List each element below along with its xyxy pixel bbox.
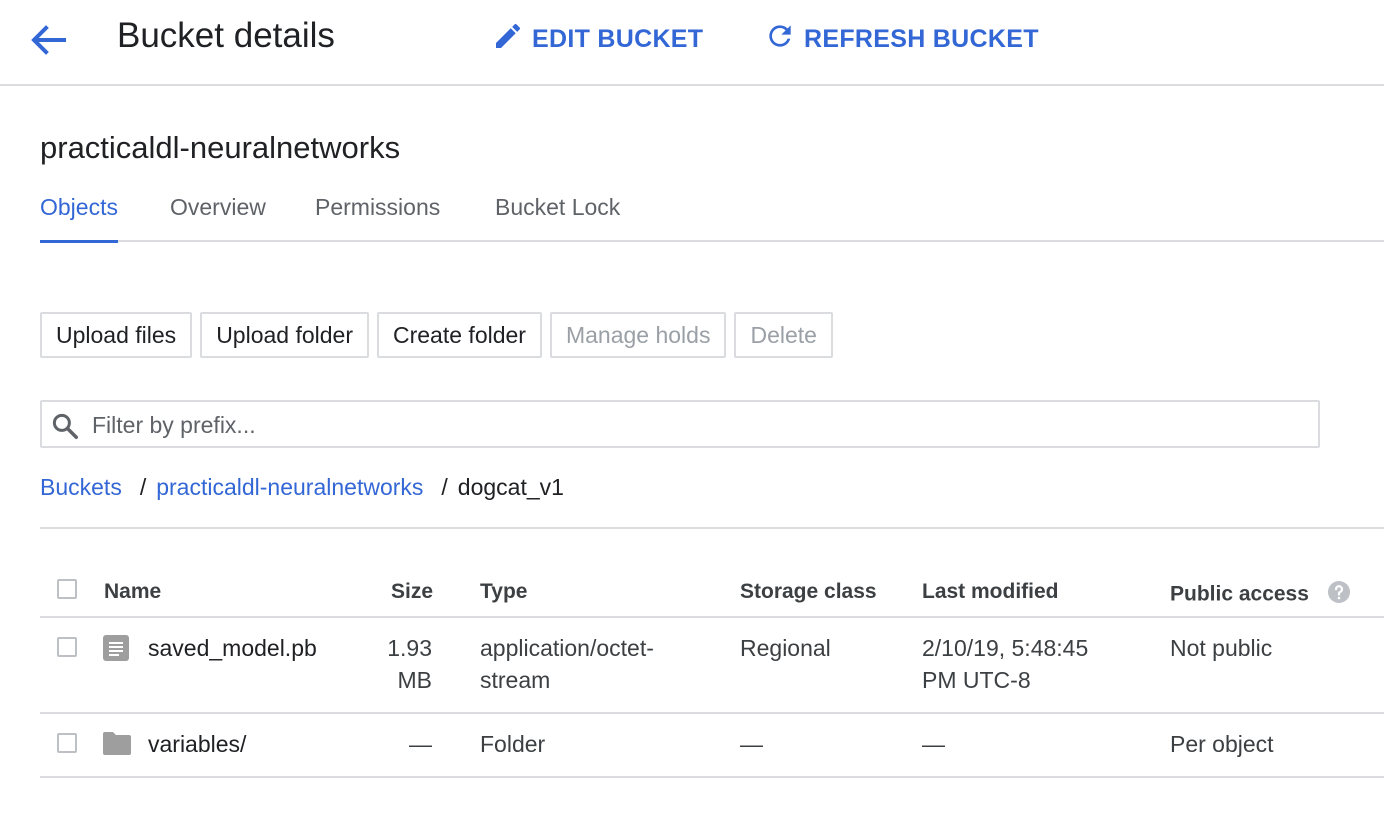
column-header-public-access[interactable]: Public access bbox=[1170, 580, 1351, 610]
breadcrumb-current-folder: dogcat_v1 bbox=[457, 474, 564, 500]
refresh-bucket-button[interactable]: REFRESH BUCKET bbox=[764, 20, 1039, 59]
type-line-1: application/octet- bbox=[480, 635, 654, 661]
delete-button[interactable]: Delete bbox=[734, 312, 833, 358]
filter-box bbox=[40, 400, 1320, 448]
column-header-type[interactable]: Type bbox=[480, 580, 527, 604]
help-icon[interactable] bbox=[1327, 580, 1351, 610]
row-checkbox[interactable] bbox=[57, 733, 77, 753]
upload-files-button[interactable]: Upload files bbox=[40, 312, 193, 358]
column-header-name[interactable]: Name bbox=[104, 580, 161, 604]
type-line-2: stream bbox=[480, 667, 551, 693]
row-checkbox[interactable] bbox=[57, 637, 77, 657]
tab-permissions[interactable]: Permissions bbox=[315, 194, 440, 240]
edit-bucket-button[interactable]: EDIT BUCKET bbox=[492, 20, 703, 59]
object-actions-toolbar: Upload files Upload folder Create folder… bbox=[40, 312, 833, 358]
last-modified-value: 2/10/19, 5:48:45 PM UTC-8 bbox=[922, 632, 1088, 696]
public-access-label: Public access bbox=[1170, 582, 1309, 606]
size-value: 1.93 MB bbox=[340, 632, 432, 696]
folder-icon bbox=[102, 730, 132, 761]
type-value: application/octet- stream bbox=[480, 632, 654, 696]
tab-overview[interactable]: Overview bbox=[170, 194, 266, 240]
public-access-value: Per object bbox=[1170, 731, 1274, 757]
manage-holds-button[interactable]: Manage holds bbox=[549, 312, 727, 358]
breadcrumb-buckets-link[interactable]: Buckets bbox=[40, 474, 122, 501]
last-modified-value: — bbox=[922, 731, 945, 757]
divider bbox=[40, 527, 1384, 529]
create-folder-button[interactable]: Create folder bbox=[377, 312, 542, 358]
top-bar: Bucket details EDIT BUCKET REFRESH BUCKE… bbox=[0, 0, 1384, 86]
breadcrumb-separator: / bbox=[139, 474, 147, 500]
size-value: — bbox=[409, 731, 432, 757]
modified-line-1: 2/10/19, 5:48:45 bbox=[922, 635, 1089, 661]
public-access-value: Not public bbox=[1170, 635, 1273, 661]
table-row[interactable]: variables/ — Folder — — Per object bbox=[40, 714, 1384, 778]
page-title: Bucket details bbox=[117, 16, 335, 55]
column-header-size[interactable]: Size bbox=[391, 580, 433, 604]
storage-class-value: — bbox=[740, 731, 763, 757]
type-value: Folder bbox=[480, 731, 546, 757]
refresh-icon bbox=[764, 20, 804, 59]
breadcrumb-separator: / bbox=[441, 474, 448, 500]
pencil-icon bbox=[492, 20, 532, 59]
upload-folder-button[interactable]: Upload folder bbox=[200, 312, 369, 358]
table-row[interactable]: saved_model.pb 1.93 MB application/octet… bbox=[40, 618, 1384, 714]
select-all-checkbox[interactable] bbox=[57, 579, 77, 599]
breadcrumb: Buckets / practicaldl-neuralnetworks / d… bbox=[40, 474, 564, 501]
storage-class-value: Regional bbox=[740, 635, 831, 661]
bucket-name-heading: practicaldl-neuralnetworks bbox=[40, 130, 401, 165]
size-number: 1.93 bbox=[387, 635, 432, 661]
column-header-storage-class[interactable]: Storage class bbox=[740, 580, 877, 604]
refresh-bucket-label: REFRESH BUCKET bbox=[804, 25, 1039, 53]
folder-name-link[interactable]: variables/ bbox=[148, 728, 246, 760]
size-unit: MB bbox=[397, 667, 433, 693]
table-header: Name Size Type Storage class Last modifi… bbox=[40, 566, 1384, 618]
filter-input[interactable] bbox=[90, 408, 1294, 442]
object-name-link[interactable]: saved_model.pb bbox=[148, 632, 317, 664]
modified-line-2: PM UTC-8 bbox=[922, 667, 1031, 693]
file-icon bbox=[102, 634, 130, 667]
edit-bucket-label: EDIT BUCKET bbox=[532, 25, 704, 53]
tab-bar: Objects Overview Permissions Bucket Lock bbox=[40, 190, 1384, 243]
tab-bucket-lock[interactable]: Bucket Lock bbox=[495, 194, 620, 240]
breadcrumb-bucket-link[interactable]: practicaldl-neuralnetworks bbox=[156, 474, 423, 501]
back-arrow-icon[interactable] bbox=[28, 22, 68, 58]
tab-objects[interactable]: Objects bbox=[40, 194, 118, 243]
column-header-last-modified[interactable]: Last modified bbox=[922, 580, 1059, 604]
